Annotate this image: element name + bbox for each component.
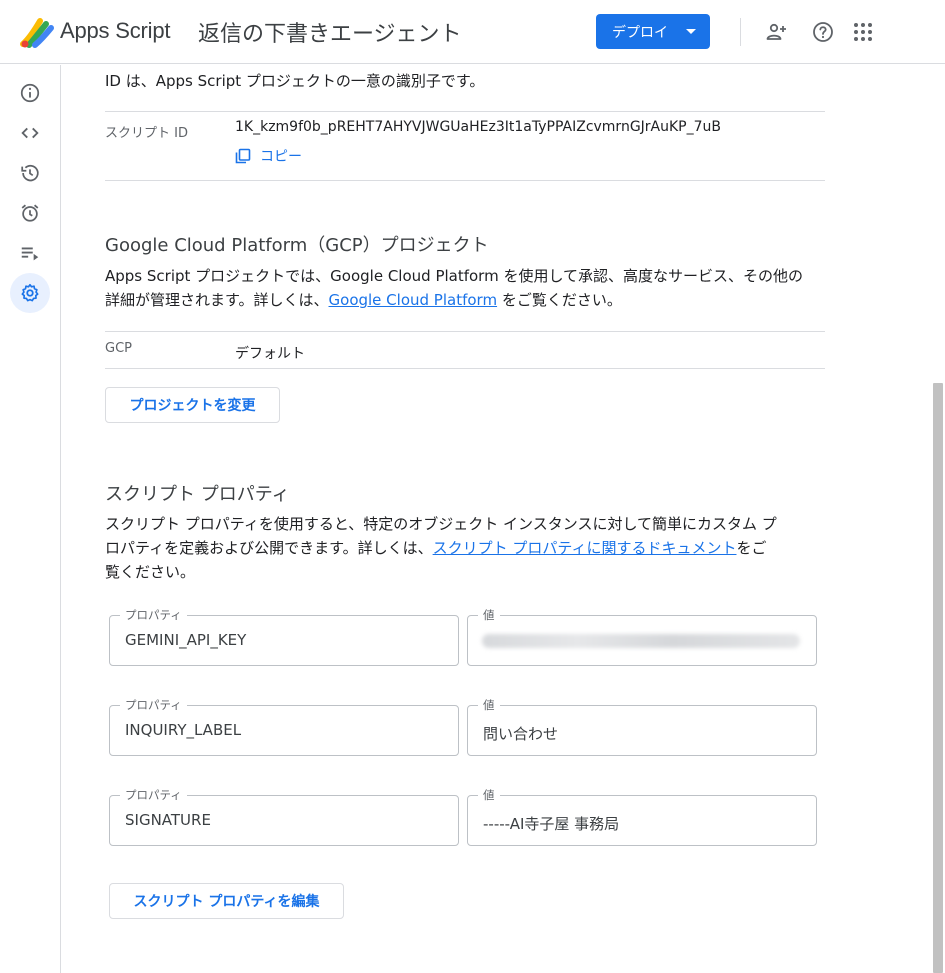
copy-button[interactable]: コピー: [235, 145, 302, 167]
rail-item-triggers[interactable]: [10, 193, 50, 233]
gear-icon: [21, 283, 39, 302]
blurred-api-key: [482, 634, 800, 648]
property-key-value: GEMINI_API_KEY: [125, 631, 247, 649]
alarm-icon: [21, 204, 39, 222]
script-properties-description-line1: スクリプト プロパティを使用すると、特定のオブジェクト インスタンスに対して簡単…: [105, 515, 777, 533]
chevron-down-icon: [686, 29, 696, 34]
gcp-row-value: デフォルト: [235, 346, 305, 362]
script-properties-description-suffix: をご: [736, 539, 767, 557]
rail-item-history[interactable]: [10, 153, 50, 193]
change-project-button[interactable]: プロジェクトを変更: [105, 387, 280, 423]
settings-content: ID は、Apps Script プロジェクトの一意の識別子です。 スクリプト …: [62, 65, 932, 973]
script-properties-description-line2: ロパティを定義および公開できます。詳しくは、スクリプト プロパティに関するドキュ…: [105, 536, 865, 560]
script-properties-description: スクリプト プロパティを使用すると、特定のオブジェクト インスタンスに対して簡単…: [105, 512, 865, 584]
property-value-label: 値: [478, 787, 500, 803]
deploy-button-label: デプロイ: [612, 24, 668, 41]
history-icon: [21, 164, 39, 182]
rail-item-executions[interactable]: [10, 233, 50, 273]
add-person-icon[interactable]: [764, 20, 788, 44]
gcp-description-line2: 詳細が管理されます。詳しくは、Google Cloud Platform をご覧…: [105, 288, 865, 312]
rail-item-editor[interactable]: [10, 113, 50, 153]
copy-label: コピー: [260, 149, 302, 165]
toolbar-divider: [740, 18, 741, 46]
info-icon: [20, 83, 40, 103]
executions-icon: [21, 247, 39, 261]
copy-icon: [235, 148, 251, 164]
script-id-value[interactable]: 1K_kzm9f0b_pREHT7AHYVJWGUaHEz3It1aTyPPAI…: [235, 119, 721, 135]
property-key-field[interactable]: プロパティ INQUIRY_LABEL: [109, 697, 459, 756]
property-value-label: 値: [478, 697, 500, 713]
property-key-label: プロパティ: [120, 787, 187, 803]
property-key-field[interactable]: プロパティ GEMINI_API_KEY: [109, 607, 459, 666]
rail-item-settings[interactable]: [10, 273, 50, 313]
script-id-label: スクリプト ID: [105, 126, 188, 141]
property-value-label: 値: [478, 607, 500, 623]
code-icon: [21, 127, 39, 139]
top-bar: Apps Script 返信の下書きエージェント デプロイ: [0, 0, 945, 64]
divider: [105, 111, 825, 112]
property-key-value: INQUIRY_LABEL: [125, 721, 242, 739]
left-rail: [0, 65, 61, 973]
apps-script-logo[interactable]: [20, 18, 54, 48]
gcp-description-suffix: をご覧ください。: [497, 291, 622, 309]
deploy-button[interactable]: デプロイ: [596, 14, 710, 49]
property-value-field[interactable]: 値: [467, 607, 817, 666]
property-value-value: -----AI寺子屋 事務局: [483, 815, 620, 833]
gcp-section-title: Google Cloud Platform（GCP）プロジェクト: [105, 235, 489, 256]
rail-item-overview[interactable]: [10, 73, 50, 113]
script-properties-description-line3: 覧ください。: [105, 563, 196, 581]
property-key-label: プロパティ: [120, 607, 187, 623]
script-properties-docs-link[interactable]: スクリプト プロパティに関するドキュメント: [433, 539, 737, 557]
divider: [105, 368, 825, 369]
property-key-value: SIGNATURE: [125, 811, 211, 829]
script-properties-description-text: ロパティを定義および公開できます。詳しくは、: [105, 539, 433, 557]
app-name[interactable]: Apps Script: [60, 18, 170, 44]
property-value-value: 問い合わせ: [483, 725, 559, 743]
property-value-field[interactable]: 値 問い合わせ: [467, 697, 817, 756]
scrollbar-thumb[interactable]: [933, 383, 943, 973]
property-key-label: プロパティ: [120, 697, 187, 713]
divider: [105, 331, 825, 332]
ids-description: ID は、Apps Script プロジェクトの一意の識別子です。: [105, 72, 485, 90]
project-title[interactable]: 返信の下書きエージェント: [198, 16, 462, 48]
edit-script-properties-button[interactable]: スクリプト プロパティを編集: [109, 883, 344, 919]
property-value-field[interactable]: 値 -----AI寺子屋 事務局: [467, 787, 817, 846]
gcp-description: Apps Script プロジェクトでは、Google Cloud Platfo…: [105, 264, 865, 312]
script-properties-title: スクリプト プロパティ: [105, 484, 290, 505]
gcp-description-line1: Apps Script プロジェクトでは、Google Cloud Platfo…: [105, 267, 804, 285]
divider: [105, 180, 825, 181]
apps-grid-icon[interactable]: [851, 20, 875, 44]
help-icon[interactable]: [811, 20, 835, 44]
gcp-docs-link[interactable]: Google Cloud Platform: [329, 291, 498, 309]
gcp-row-label: GCP: [105, 341, 132, 356]
property-key-field[interactable]: プロパティ SIGNATURE: [109, 787, 459, 846]
gcp-description-text: 詳細が管理されます。詳しくは、: [105, 291, 329, 309]
